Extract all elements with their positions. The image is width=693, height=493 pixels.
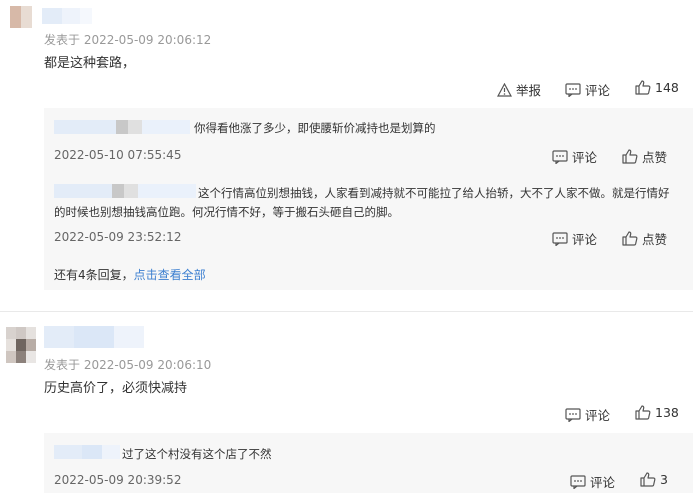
comment-icon xyxy=(565,407,581,422)
comment-button[interactable]: 评论 xyxy=(565,405,610,424)
avatar[interactable] xyxy=(6,327,36,363)
thumbs-up-icon xyxy=(622,149,638,164)
comment-icon xyxy=(565,82,581,97)
avatar[interactable] xyxy=(10,6,32,28)
reply-date: 2022-05-10 07:55:45 xyxy=(54,148,182,162)
comment-icon xyxy=(552,231,568,246)
thumbs-up-icon xyxy=(622,231,638,246)
reply-username-blurred[interactable] xyxy=(54,445,120,459)
comment-label: 评论 xyxy=(585,83,611,98)
comment-text: 都是这种套路， xyxy=(44,56,136,71)
view-all-link[interactable]: 点击查看全部 xyxy=(134,268,206,282)
thumbs-up-icon xyxy=(640,472,656,487)
comment-icon xyxy=(570,474,586,489)
reply-comment-button[interactable]: 评论 xyxy=(552,229,597,248)
reply-comment-label: 评论 xyxy=(572,150,598,165)
comment-text: 历史高价了，必须快减持 xyxy=(44,381,188,396)
reply-like-button[interactable]: 点赞 xyxy=(622,147,667,166)
reply-comment-button[interactable]: 评论 xyxy=(570,472,615,491)
reply-date: 2022-05-09 20:39:52 xyxy=(54,473,182,487)
like-button[interactable]: 148 xyxy=(635,80,679,95)
reply-like-button[interactable]: 3 xyxy=(640,472,668,487)
reply-text: 过了这个村没有这个店了不然 xyxy=(122,447,272,461)
more-replies: 还有4条回复，点击查看全部 xyxy=(54,266,206,283)
comment-date: 发表于 2022-05-09 20:06:12 xyxy=(44,33,212,47)
report-button[interactable]: 举报 xyxy=(497,80,541,99)
username-blurred[interactable] xyxy=(42,8,92,24)
comment-date: 发表于 2022-05-09 20:06:10 xyxy=(44,358,212,372)
like-count: 148 xyxy=(655,80,679,95)
comment-label: 评论 xyxy=(585,408,611,423)
comment-divider xyxy=(0,311,693,312)
reply-comment-label: 评论 xyxy=(590,475,616,490)
reply-text: 你得看他涨了多少，即使腰斩价减持也是划算的 xyxy=(194,121,436,135)
warning-icon xyxy=(497,82,512,97)
username-blurred[interactable] xyxy=(44,326,144,348)
more-replies-text: 还有4条回复， xyxy=(54,268,134,282)
thumbs-up-icon xyxy=(635,405,651,420)
report-label: 举报 xyxy=(516,83,542,98)
thumbs-up-icon xyxy=(635,80,651,95)
like-count: 138 xyxy=(655,405,679,420)
reply-comment-button[interactable]: 评论 xyxy=(552,147,597,166)
reply-username-blurred[interactable] xyxy=(54,184,196,198)
reply-like-count: 3 xyxy=(660,472,668,487)
reply-comment-label: 评论 xyxy=(572,232,598,247)
reply-date: 2022-05-09 23:52:12 xyxy=(54,230,182,244)
comment-button[interactable]: 评论 xyxy=(565,80,610,99)
reply-like-label: 点赞 xyxy=(642,150,668,165)
reply-like-button[interactable]: 点赞 xyxy=(622,229,667,248)
reply-text-line1: 这个行情高位别想抽钱，人家看到减持就不可能拉了给人抬轿，大不了人家不做。就是行情… xyxy=(198,186,670,200)
like-button[interactable]: 138 xyxy=(635,405,679,420)
reply-text-line2: 的时候也别想抽钱高位跑。何况行情不好，等于搬石头砸自己的脚。 xyxy=(54,205,399,219)
reply-username-blurred[interactable] xyxy=(54,120,190,134)
reply-like-label: 点赞 xyxy=(642,232,668,247)
comment-icon xyxy=(552,149,568,164)
